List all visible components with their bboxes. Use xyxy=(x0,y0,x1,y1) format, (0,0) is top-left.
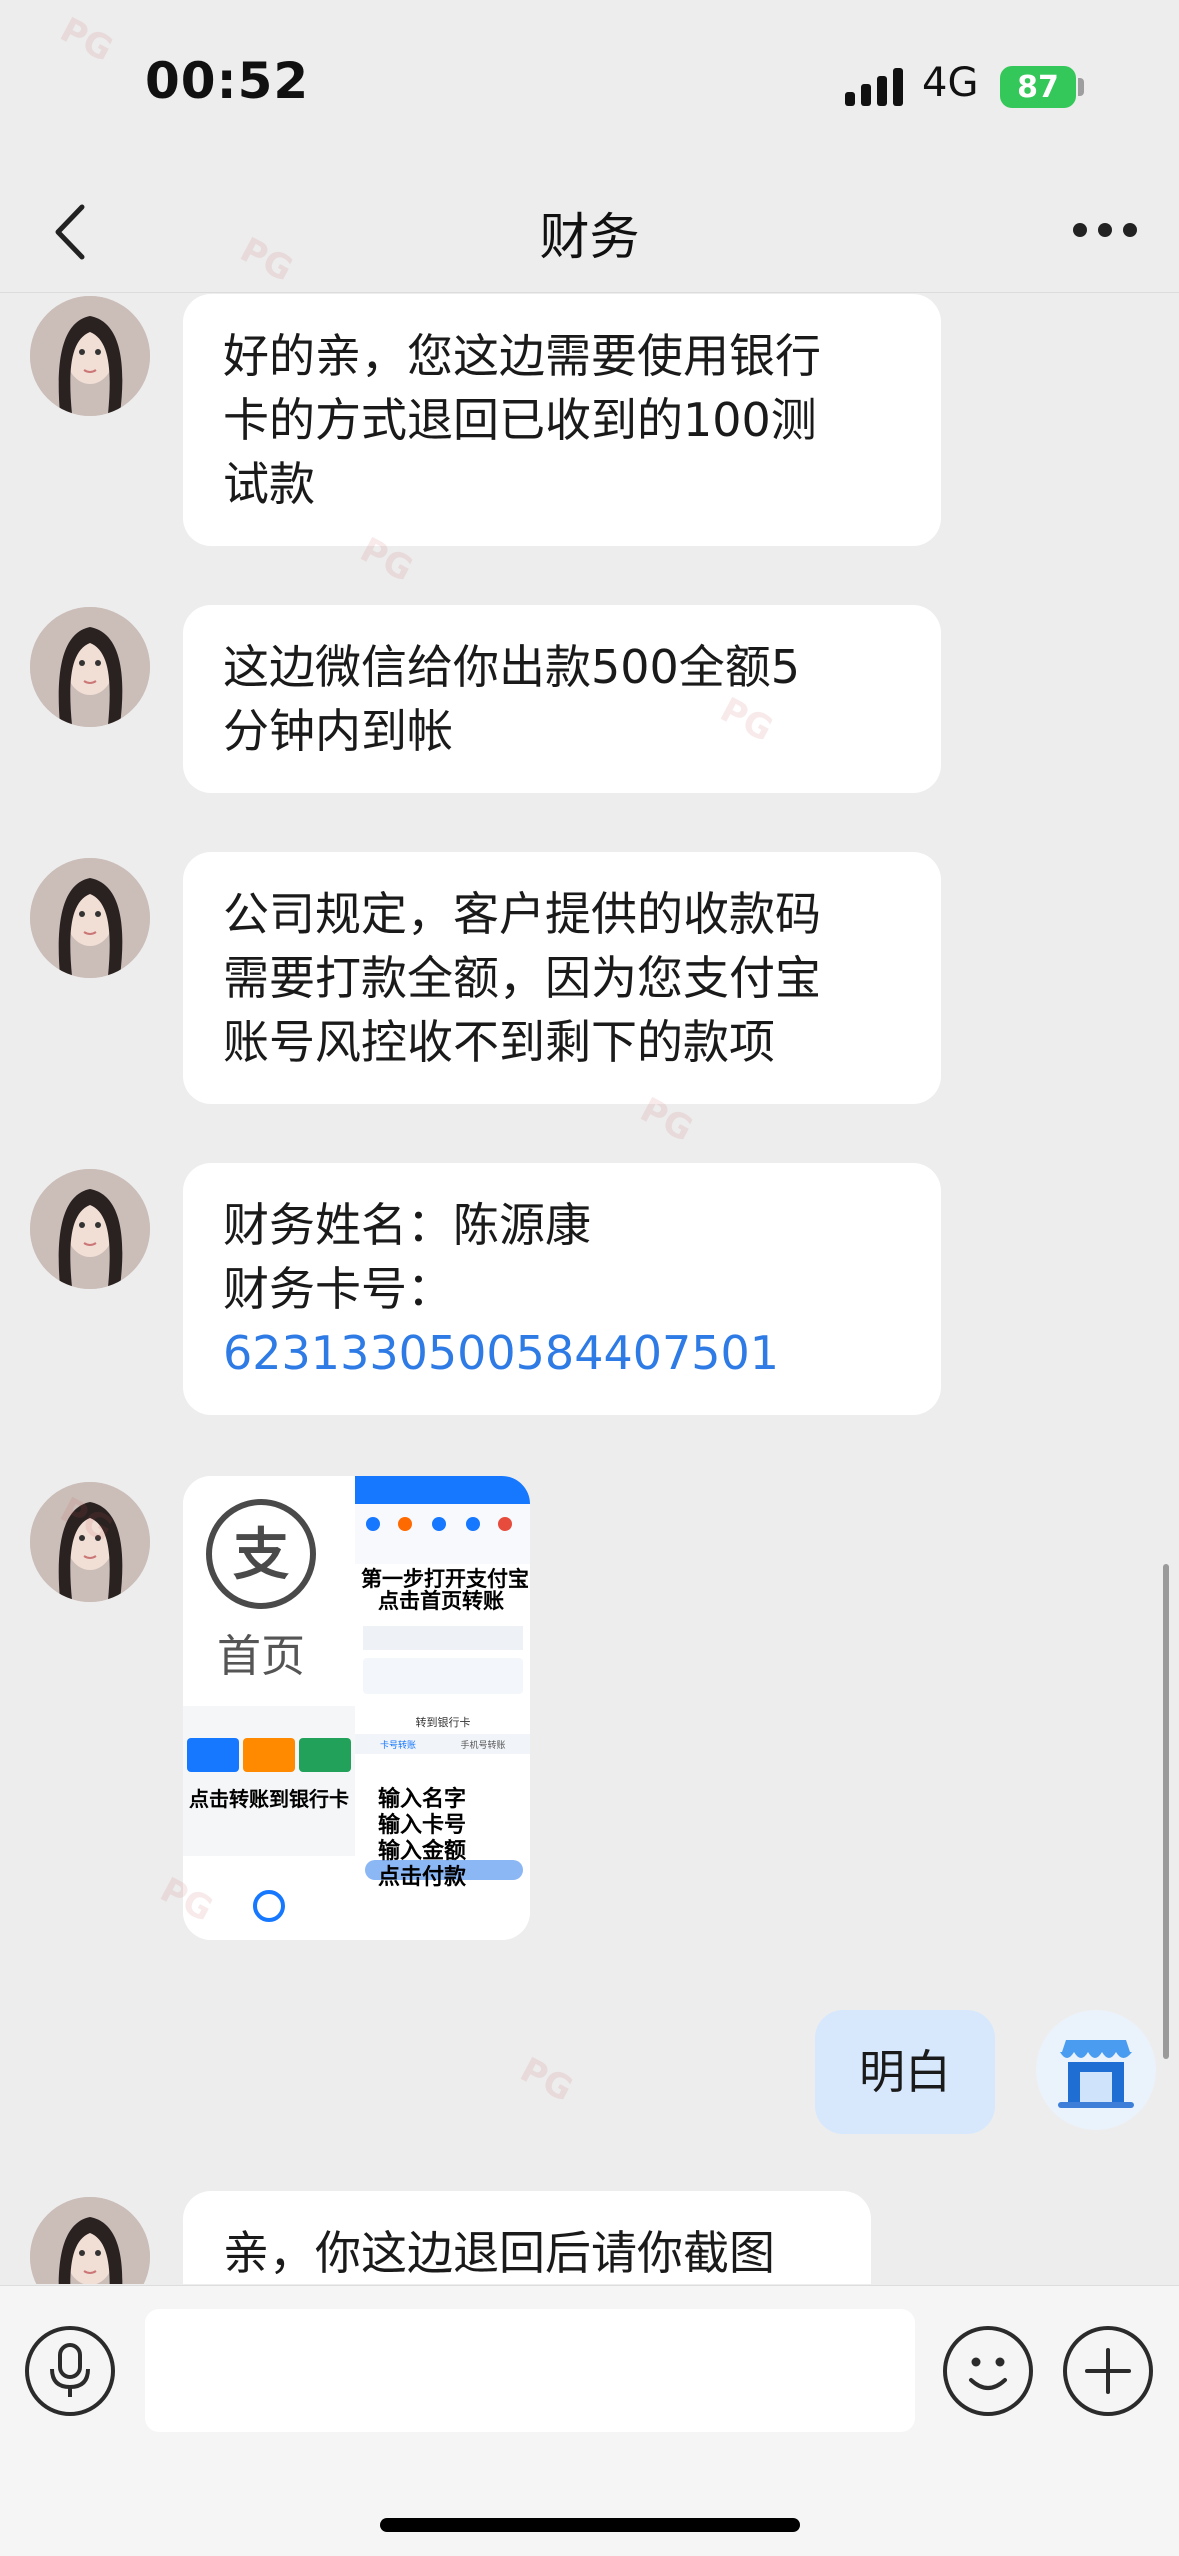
step2-text: 点击转账到银行卡 xyxy=(189,1787,349,1811)
user-avatar[interactable] xyxy=(1036,2010,1156,2130)
home-label: 首页 xyxy=(217,1631,305,1682)
chat-title: 财务 xyxy=(539,208,640,266)
input-bar xyxy=(0,2285,1179,2556)
step1-line2: 点击首页转账 xyxy=(378,1589,504,1613)
message-line: 这边微信给你出款500全额5 xyxy=(223,640,801,694)
avatar-portrait-icon xyxy=(30,296,150,416)
contact-avatar[interactable] xyxy=(30,1169,150,1289)
message-line: 卡的方式退回已收到的100测 xyxy=(223,393,817,447)
avatar-portrait-icon xyxy=(30,858,150,978)
battery-level: 87 xyxy=(1017,69,1059,105)
message-line: 亲，你这边退回后请你截图 xyxy=(223,2226,775,2280)
tutorial-step-text: 点击付款 xyxy=(378,1864,467,1890)
message-text: 明白 xyxy=(859,2045,951,2099)
more-icon[interactable] xyxy=(1070,210,1140,250)
contact-avatar[interactable] xyxy=(30,296,150,416)
message-line: 公司规定，客户提供的收款码 xyxy=(223,887,821,941)
chat-scrollbar[interactable] xyxy=(1163,1564,1169,2059)
shop-icon xyxy=(1036,2010,1156,2130)
image-message[interactable]: 支 首页 第一步打开支付宝 点击首页转账 点击转账到银行卡 转到银行卡 卡号转账… xyxy=(183,1476,530,1940)
message-input[interactable] xyxy=(145,2309,915,2432)
smiley-icon xyxy=(969,2357,1007,2390)
signal-icon xyxy=(845,68,903,106)
message-bubble[interactable]: 亲，你这边退回后请你截图 xyxy=(183,2191,871,2284)
outgoing-message-bubble[interactable]: 明白 xyxy=(815,2010,995,2134)
tab-phone-transfer: 手机号转账 xyxy=(460,1739,505,1751)
message-bubble[interactable]: 这边微信给你出款500全额5 分钟内到帐 xyxy=(183,605,941,793)
card-number-label: 财务卡号： xyxy=(223,1262,453,1316)
home-indicator[interactable] xyxy=(380,2518,800,2532)
message-bubble[interactable]: 财务姓名：陈源康 财务卡号： 6231330500584407501 xyxy=(183,1163,941,1415)
message-line: 试款 xyxy=(223,457,315,511)
payee-name-line: 财务姓名：陈源康 xyxy=(223,1198,591,1252)
plus-icon xyxy=(1085,2348,1131,2394)
message-bubble[interactable]: 好的亲，您这边需要使用银行 卡的方式退回已收到的100测 试款 xyxy=(183,294,941,546)
battery-cap xyxy=(1078,78,1084,96)
chat-area[interactable]: 好的亲，您这边需要使用银行 卡的方式退回已收到的100测 试款 这边微信给你出款… xyxy=(0,294,1179,2284)
voice-input-button[interactable] xyxy=(25,2326,115,2416)
message-line: 账号风控收不到剩下的款项 xyxy=(223,1015,775,1069)
tutorial-step-text: 输入卡号 xyxy=(378,1812,466,1838)
tutorial-step-text: 输入名字 xyxy=(378,1786,466,1812)
step1-line1: 第一步打开支付宝 xyxy=(361,1567,529,1591)
alipay-tutorial-image: 支 首页 第一步打开支付宝 点击首页转账 点击转账到银行卡 转到银行卡 卡号转账… xyxy=(183,1476,530,1940)
message-line: 分钟内到帐 xyxy=(223,704,453,758)
battery-icon: 87 xyxy=(1000,66,1076,108)
card-number-link[interactable]: 6231330500584407501 xyxy=(223,1321,901,1385)
contact-avatar[interactable] xyxy=(30,858,150,978)
avatar-portrait-icon xyxy=(30,1169,150,1289)
status-bar: 00:52 4G 87 xyxy=(0,0,1179,175)
alipay-logo-char: 支 xyxy=(233,1523,289,1588)
emoji-button[interactable] xyxy=(943,2326,1033,2416)
more-actions-button[interactable] xyxy=(1063,2326,1153,2416)
network-label: 4G xyxy=(922,60,979,106)
transfer-title: 转到银行卡 xyxy=(416,1715,471,1729)
contact-avatar[interactable] xyxy=(30,607,150,727)
contact-avatar[interactable] xyxy=(30,2197,150,2284)
status-time: 00:52 xyxy=(145,52,310,110)
message-line: 需要打款全额，因为您支付宝 xyxy=(223,951,821,1005)
message-bubble[interactable]: 公司规定，客户提供的收款码 需要打款全额，因为您支付宝 账号风控收不到剩下的款项 xyxy=(183,852,941,1104)
tutorial-step-text: 输入金额 xyxy=(378,1838,466,1864)
avatar-portrait-icon xyxy=(30,607,150,727)
tab-card-transfer: 卡号转账 xyxy=(380,1739,416,1751)
nav-bar: 财务 xyxy=(0,175,1179,293)
message-line: 好的亲，您这边需要使用银行 xyxy=(223,329,821,383)
microphone-icon xyxy=(50,2343,90,2397)
avatar-portrait-icon xyxy=(30,2197,150,2284)
